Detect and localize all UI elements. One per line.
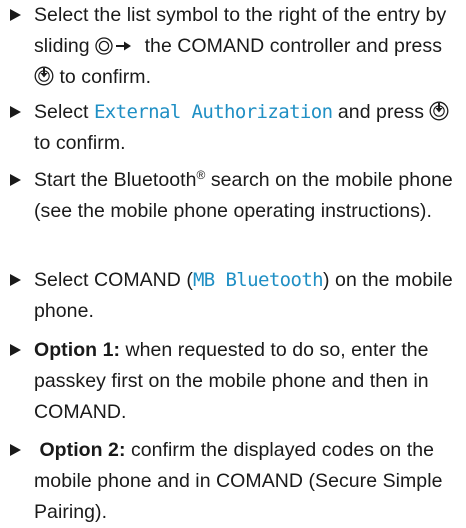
- step-text: Select COMAND (MB Bluetooth) on the mobi…: [34, 269, 453, 322]
- instruction-step-select-list-symbol: Select the list symbol to the right of t…: [10, 0, 456, 93]
- option-label: Option 2:: [39, 439, 126, 461]
- step-text: Option 2: confirm the displayed codes on…: [34, 439, 443, 523]
- device-name-mb-bluetooth: MB Bluetooth: [192, 269, 324, 291]
- step-text: Select the list symbol to the right of t…: [34, 4, 447, 88]
- option-label: Option 1:: [34, 339, 121, 361]
- step-text: Start the Bluetooth® search on the mobil…: [34, 168, 453, 222]
- controller-press-icon: [34, 66, 54, 86]
- registered-mark: ®: [196, 168, 206, 182]
- instruction-step-option-2: Option 2: confirm the displayed codes on…: [10, 435, 456, 528]
- instruction-page: Select the list symbol to the right of t…: [0, 0, 466, 523]
- bullet-arrow-icon: [10, 344, 21, 356]
- instruction-step-bluetooth-search: Start the Bluetooth® search on the mobil…: [10, 165, 456, 227]
- instruction-step-option-1: Option 1: when requested to do so, enter…: [10, 335, 456, 428]
- bullet-arrow-icon: [10, 444, 21, 456]
- controller-press-icon: [430, 101, 449, 121]
- bullet-arrow-icon: [10, 174, 21, 186]
- bullet-arrow-icon: [10, 274, 21, 286]
- step-text: Option 1: when requested to do so, enter…: [34, 339, 429, 423]
- bullet-arrow-icon: [10, 9, 21, 21]
- menu-item-external-authorization: External Authorization: [93, 101, 333, 123]
- instruction-step-external-authorization: Select External Authorization and press …: [10, 97, 456, 159]
- step-text: Select External Authorization and press …: [10, 97, 456, 159]
- instruction-step-select-comand: Select COMAND (MB Bluetooth) on the mobi…: [10, 265, 456, 327]
- controller-slide-right-icon: [95, 37, 132, 55]
- bullet-arrow-icon: [10, 106, 21, 118]
